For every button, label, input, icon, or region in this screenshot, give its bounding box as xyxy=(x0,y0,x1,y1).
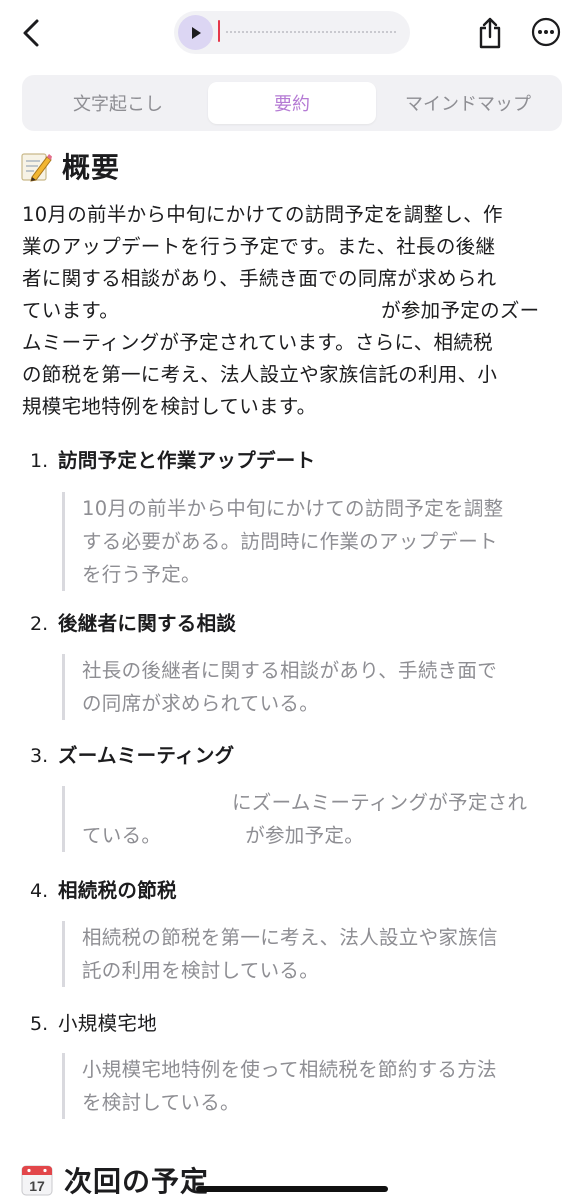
overview-line: 規模宅地特例を検討しています。 xyxy=(22,395,317,418)
tab-summary[interactable]: 要約 xyxy=(208,82,376,124)
quote-line: する必要がある。訪問時に作業のアップデート xyxy=(82,530,498,553)
redacted-area xyxy=(119,301,382,322)
list-item-quote: 相続税の節税を第一に考え、法人設立や家族信 託の利用を検討している。 xyxy=(62,921,546,987)
list-item-title: 小規模宅地 xyxy=(58,1012,158,1035)
ellipsis-circle-icon xyxy=(531,17,561,47)
list-item-title: 相続税の節税 xyxy=(58,879,177,902)
overview-paragraph: 10月の前半から中旬にかけての訪問予定を調整し、作 業のアップデートを行う予定で… xyxy=(22,199,562,423)
quote-line: 託の利用を検討している。 xyxy=(82,959,320,982)
list-item-quote: にズームミーティングが予定され ている。 が参加予定。 xyxy=(62,786,546,852)
redacted-area xyxy=(82,794,232,814)
quote-line: を検討している。 xyxy=(82,1091,240,1114)
list-item-heading: 3. ズームミーティング xyxy=(30,739,234,768)
overview-line: ムミーティングが予定されています。さらに、相続税 xyxy=(22,331,493,354)
tab-transcript[interactable]: 文字起こし xyxy=(28,82,208,124)
quote-line: 社長の後継者に関する相談があり、手続き面で xyxy=(82,659,498,682)
quote-line: にズームミーティングが予定され xyxy=(82,786,546,819)
overview-heading: 概要 xyxy=(20,146,120,186)
overview-line: 業のアップデートを行う予定です。また、社長の後継 xyxy=(22,235,496,258)
list-item-heading: 2. 後継者に関する相談 xyxy=(30,607,236,636)
quote-text: にズームミーティングが予定され xyxy=(232,791,528,814)
summary-screen: 文字起こし 要約 マインドマップ 概要 10月の前半から中旬にかけての訪問予定を… xyxy=(0,0,584,1200)
next-schedule-title: 次回の予定 xyxy=(64,1165,210,1198)
home-indicator[interactable] xyxy=(196,1186,388,1192)
list-item-title: 後継者に関する相談 xyxy=(58,612,237,635)
list-item-quote: 10月の前半から中旬にかけての訪問予定を調整 する必要がある。訪問時に作業のアッ… xyxy=(62,492,546,591)
audio-waveform[interactable] xyxy=(226,31,396,33)
share-icon xyxy=(479,17,501,49)
list-item-title: 訪問予定と作業アップデート xyxy=(58,449,316,472)
share-button[interactable] xyxy=(474,14,506,52)
list-item-heading: 1. 訪問予定と作業アップデート xyxy=(30,444,315,473)
overview-line: ています。 が参加予定のズー xyxy=(22,295,562,327)
overview-text: が参加予定のズー xyxy=(381,299,540,322)
redacted-area xyxy=(161,827,245,847)
overview-text: ています。 xyxy=(22,299,120,322)
back-button[interactable] xyxy=(14,14,48,52)
list-item-number: 2. xyxy=(30,613,49,635)
playback-scrubber[interactable] xyxy=(218,20,220,42)
quote-text: ている。 xyxy=(82,824,162,847)
calendar-day: 17 xyxy=(29,1178,45,1194)
next-schedule-heading: 17 次回の予定 xyxy=(20,1160,209,1200)
list-item-quote: 社長の後継者に関する相談があり、手続き面で の同席が求められている。 xyxy=(62,654,546,720)
view-segmented-control: 文字起こし 要約 マインドマップ xyxy=(22,75,562,131)
memo-emoji-icon xyxy=(21,153,52,182)
more-button[interactable] xyxy=(530,16,562,48)
list-item-title: ズームミーティング xyxy=(58,744,235,767)
list-item-number: 1. xyxy=(30,450,49,472)
quote-text: が参加予定。 xyxy=(245,824,365,847)
quote-line: 10月の前半から中旬にかけての訪問予定を調整 xyxy=(82,497,504,520)
quote-line: の同席が求められている。 xyxy=(82,692,320,715)
overview-line: の節税を第一に考え、法人設立や家族信託の利用、小 xyxy=(22,363,498,386)
quote-line: を行う予定。 xyxy=(82,563,201,586)
list-item-number: 5. xyxy=(30,1013,49,1035)
list-item-heading: 5. 小規模宅地 xyxy=(30,1007,157,1036)
overview-title: 概要 xyxy=(62,151,121,184)
play-button[interactable] xyxy=(178,15,213,50)
quote-line: ている。 が参加予定。 xyxy=(82,819,546,852)
chevron-left-icon xyxy=(23,19,39,47)
quote-line: 相続税の節税を第一に考え、法人設立や家族信 xyxy=(82,926,498,949)
list-item-heading: 4. 相続税の節税 xyxy=(30,874,177,903)
top-bar xyxy=(0,0,584,66)
tab-mindmap[interactable]: マインドマップ xyxy=(378,82,558,124)
list-item-quote: 小規模宅地特例を使って相続税を節約する方法 を検討している。 xyxy=(62,1053,546,1119)
calendar-emoji-icon: 17 xyxy=(21,1165,53,1196)
quote-line: 小規模宅地特例を使って相続税を節約する方法 xyxy=(82,1058,497,1081)
overview-line: 10月の前半から中旬にかけての訪問予定を調整し、作 xyxy=(22,203,503,226)
play-icon xyxy=(191,26,201,39)
list-item-number: 3. xyxy=(30,745,49,767)
overview-line: 者に関する相談があり、手続き面での同席が求められ xyxy=(22,267,497,290)
list-item-number: 4. xyxy=(30,880,49,902)
